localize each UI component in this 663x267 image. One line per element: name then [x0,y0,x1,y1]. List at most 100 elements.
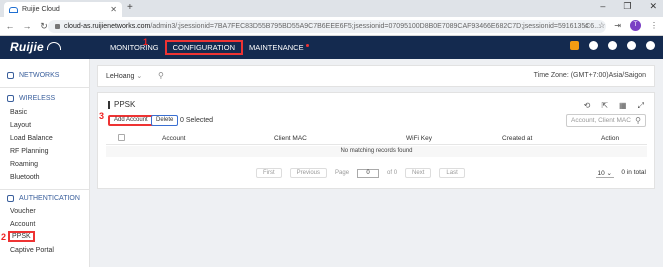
logo-text: Ruijie [10,40,44,54]
selected-count: 0 Selected [180,117,214,124]
sidebar-section-wireless[interactable]: WIRELESS [7,95,55,102]
page-of-label: of 0 [387,170,398,176]
group-select-value: LeHoang [106,73,135,80]
sidebar-item-layout[interactable]: Layout [10,122,31,129]
sidebar-item-captive-portal[interactable]: Captive Portal [10,247,54,254]
callout-2: 2 [1,232,7,242]
column-header-client-mac[interactable]: Client MAC [274,135,307,142]
zoom-icon[interactable]: ⌕ [585,21,589,31]
select-all-checkbox[interactable] [118,134,125,141]
settings-icon[interactable] [589,41,598,50]
browser-tab-bar: Ruijie Cloud ✕ + – ❐ ✕ [0,0,663,17]
chevron-down-icon: ⌄ [136,73,143,80]
user-icon[interactable] [646,41,655,50]
column-header-wifi-key[interactable]: WiFi Key [406,135,432,142]
notification-dot-icon [305,44,309,47]
top-navigation: MONITORING CONFIGURATION MAINTENANCE [104,36,315,59]
page-size-value: 10 [597,170,605,177]
search-placeholder: Account, Client MAC [571,117,631,124]
bookmark-star-icon[interactable]: ☆ [598,21,605,30]
callout-3: 3 [99,111,105,121]
networks-icon [7,72,14,79]
ruijie-logo[interactable]: Ruijie [10,40,61,54]
first-page-button[interactable]: First [256,168,282,178]
sidebar-item-voucher[interactable]: Voucher [10,208,36,215]
browser-menu-icon[interactable]: ⋮ [650,21,658,30]
new-tab-button[interactable]: + [127,2,133,13]
extensions-icon[interactable]: ⇥ [614,21,621,30]
browser-tab-title: Ruijie Cloud [22,6,60,13]
search-input[interactable]: Account, Client MAC ⚲ [566,114,646,127]
sidebar-section-label: AUTHENTICATION [19,195,80,202]
header-icons [570,41,655,50]
minimize-button[interactable]: – [600,1,605,12]
search-icon[interactable]: ⚲ [635,115,641,126]
url-path: /admin3/;jsessionid=7BA7FEC83D55B795BD55… [150,23,601,30]
column-header-account[interactable]: Account [162,135,186,142]
cloud-logo-icon [46,42,61,50]
nav-configuration[interactable]: CONFIGURATION [164,40,243,55]
browser-tab[interactable]: Ruijie Cloud ✕ [4,2,122,17]
sidebar-item-ppsk[interactable]: PPSK [8,231,35,242]
page-label: Page [335,170,350,176]
authentication-icon [7,195,14,202]
window-controls: – ❐ ✕ [600,1,657,12]
chevron-down-icon: ⌄ [606,170,612,177]
address-bar: ← → ↻ cloud-as.ruijienetworks.com/admin3… [0,17,663,36]
page-title: PPSK [108,101,135,109]
back-arrow-icon[interactable]: ← [3,21,17,31]
table-tools: ⟲ ⇱ ▦ ⤢ [584,101,644,111]
sidebar-item-roaming[interactable]: Roaming [10,161,38,168]
next-page-button[interactable]: Next [405,168,432,178]
table-header: Account Client MAC WiFi Key Created at A… [106,133,647,145]
ruijie-cloud-favicon-icon [9,6,18,13]
group-bar: LeHoang ⌄ ⚲ Time Zone: (GMT+7:00)Asia/Sai… [97,65,655,87]
alarm-icon[interactable] [570,41,579,50]
profile-avatar[interactable]: T [630,20,641,31]
close-window-button[interactable]: ✕ [649,1,657,12]
ppsk-panel: PPSK ⟲ ⇱ ▦ ⤢ 3 Add Account Delete 0 Sele… [97,92,655,189]
column-header-created-at[interactable]: Created at [502,135,532,142]
columns-icon[interactable]: ▦ [619,101,627,111]
nav-maintenance-label: MAINTENANCE [248,43,304,52]
search-icon[interactable]: ⚲ [158,71,164,80]
last-page-button[interactable]: Last [439,168,465,178]
callout-1: 1 [143,37,149,47]
page-size-select[interactable]: 10 ⌄ [595,169,614,178]
sidebar-divider [0,189,90,190]
sidebar-item-load-balance[interactable]: Load Balance [10,135,53,142]
export-icon[interactable]: ⇱ [601,101,608,111]
sidebar-item-rf-planning[interactable]: RF Planning [10,148,49,155]
lock-icon [55,23,60,29]
sidebar-item-account[interactable]: Account [10,221,35,228]
sidebar-item-bluetooth[interactable]: Bluetooth [10,174,40,181]
empty-table-message: No matching records found [106,146,647,157]
help-icon[interactable] [608,41,617,50]
fullscreen-icon[interactable]: ⤢ [638,101,644,111]
pagination: First Previous Page 0 of 0 Next Last [256,168,465,178]
sidebar-item-basic[interactable]: Basic [10,109,27,116]
maximize-button[interactable]: ❐ [623,1,631,12]
refresh-icon[interactable]: ⟲ [584,101,591,111]
nav-maintenance[interactable]: MAINTENANCE [243,40,315,55]
timezone-label: Time Zone: (GMT+7:00)Asia/Saigon [533,72,646,79]
page-number-input[interactable]: 0 [357,168,380,178]
sidebar-section-networks[interactable]: NETWORKS [7,72,59,79]
delete-button[interactable]: Delete [151,115,179,126]
app-header: Ruijie MONITORING CONFIGURATION MAINTENA… [0,36,663,59]
wireless-icon [7,95,14,102]
browser-toolbar: ⌕ ☆ ⇥ T ⋮ [585,20,658,31]
sidebar-section-label: NETWORKS [19,72,60,79]
sidebar-section-authentication[interactable]: AUTHENTICATION [7,195,80,202]
sidebar-section-label: WIRELESS [19,95,56,102]
group-select[interactable]: LeHoang ⌄ [106,72,142,80]
previous-page-button[interactable]: Previous [289,168,328,178]
add-account-button[interactable]: Add Account [108,115,154,126]
url-field[interactable]: cloud-as.ruijienetworks.com/admin3/;jses… [48,20,606,33]
nav-monitoring[interactable]: MONITORING [104,40,165,55]
forward-arrow-icon[interactable]: → [20,21,34,31]
close-tab-icon[interactable]: ✕ [110,5,117,14]
main-content: LeHoang ⌄ ⚲ Time Zone: (GMT+7:00)Asia/Sai… [90,59,663,267]
total-count: 0 in total [621,169,646,176]
language-icon[interactable] [627,41,636,50]
